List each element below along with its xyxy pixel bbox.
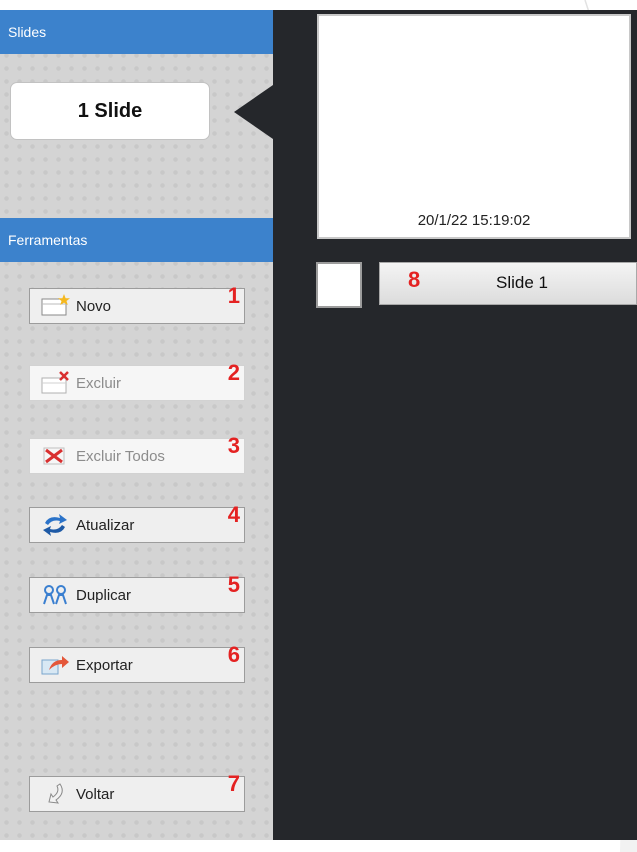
annotation-number: 6	[227, 642, 240, 667]
duplicate-label: Duplicar	[76, 586, 132, 604]
annotation-number: 5	[227, 572, 240, 597]
selection-pointer	[234, 85, 273, 139]
slide-thumbnail[interactable]: 20/1/22 15:19:02	[317, 14, 631, 239]
refresh-label: Atualizar	[76, 516, 135, 534]
new-slide-button[interactable]: Novo 1	[29, 283, 245, 324]
export-icon	[41, 656, 69, 675]
back-icon	[48, 783, 63, 804]
delete-slide-button[interactable]: Excluir 2	[29, 360, 245, 401]
delete-all-button[interactable]: Excluir Todos 3	[29, 433, 245, 474]
duplicate-icon	[43, 585, 67, 605]
back-button[interactable]: Voltar 7	[29, 771, 245, 812]
slides-section-header: Slides	[0, 10, 273, 54]
slide-select-checkbox[interactable]	[316, 262, 362, 308]
refresh-icon	[43, 514, 67, 536]
duplicate-button[interactable]: Duplicar 5	[29, 572, 245, 613]
sidebar: Slides 1 Slide Ferramentas Novo 1 Exclui…	[0, 10, 273, 840]
annotation-number: 2	[227, 360, 240, 385]
slide-count-label: 1 Slide	[10, 82, 210, 140]
delete-slide-icon	[41, 371, 69, 394]
back-label: Voltar	[76, 785, 115, 803]
export-button[interactable]: Exportar 6	[29, 642, 245, 683]
delete-all-icon	[43, 447, 65, 465]
annotation-number: 1	[227, 283, 240, 308]
annotation-number: 7	[227, 771, 240, 796]
refresh-button[interactable]: Atualizar 4	[29, 502, 245, 543]
annotation-number: 3	[227, 433, 240, 458]
new-slide-label: Novo	[76, 297, 112, 315]
tools-section-header: Ferramentas	[0, 218, 273, 262]
export-label: Exportar	[76, 656, 133, 674]
annotation-number: 4	[227, 502, 240, 527]
slides-window: Slides 1 Slide Ferramentas Novo 1 Exclui…	[0, 10, 637, 840]
slide-item-label: Slide 1	[496, 273, 548, 292]
delete-all-label: Excluir Todos	[76, 447, 165, 465]
delete-slide-label: Excluir	[76, 374, 122, 392]
slide-timestamp: 20/1/22 15:19:02	[417, 212, 531, 229]
slide-list-item[interactable]: 8 Slide 1	[379, 262, 637, 305]
new-slide-icon	[41, 294, 70, 316]
